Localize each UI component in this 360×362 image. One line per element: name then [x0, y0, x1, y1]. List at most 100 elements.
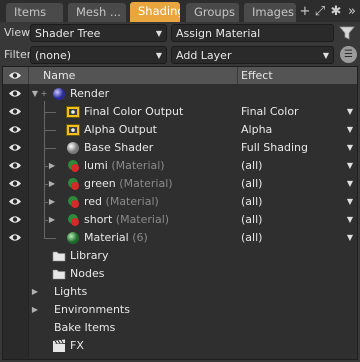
tree-item-name: red (Material)	[84, 195, 159, 208]
material-mask-icon	[66, 213, 80, 227]
options-menu-icon[interactable]: ☰	[340, 46, 357, 63]
filter-row: Filter (none) ▼ Add Layer ▼ ☰	[0, 44, 360, 66]
material-mask-icon	[66, 177, 80, 191]
tree-row-lumi[interactable]: ▶ lumi (Material) (all) ▼	[3, 157, 357, 175]
expand-triangle-icon[interactable]: ▶	[48, 197, 56, 207]
visibility-eye-icon[interactable]	[8, 196, 22, 207]
tree-row-environments[interactable]: ▶ Environments	[3, 301, 357, 319]
tree-row-library[interactable]: Library	[3, 247, 357, 265]
tree-item-name: Material (6)	[84, 231, 148, 244]
add-item-icon[interactable]: +	[40, 89, 48, 99]
visibility-eye-icon[interactable]	[8, 88, 22, 99]
chevron-down-icon: ▼	[346, 143, 353, 152]
visibility-eye-icon[interactable]	[8, 124, 22, 135]
tree-row-final-color-output[interactable]: Final Color Output Final Color ▼	[3, 103, 357, 121]
tree-item-name: Nodes	[70, 267, 105, 280]
expand-triangle-icon[interactable]: ▶	[48, 161, 56, 171]
tab-groups[interactable]: Groups	[186, 3, 239, 22]
filter-value: (none)	[35, 49, 72, 62]
filter-funnel-icon[interactable]	[339, 26, 355, 43]
tree-guide-line	[44, 130, 56, 131]
visibility-eye-icon[interactable]	[8, 142, 22, 153]
column-header: Name Effect	[3, 67, 357, 84]
expand-triangle-icon[interactable]: ▶	[48, 179, 56, 189]
expand-triangle-icon[interactable]: ▶	[48, 215, 56, 225]
tab-items[interactable]: Items	[6, 3, 63, 22]
material-mask-icon	[66, 195, 80, 209]
chevron-down-icon: ▼	[346, 179, 353, 188]
visibility-eye-icon[interactable]	[8, 178, 22, 189]
tree-row-short[interactable]: ▶ short (Material) (all) ▼	[3, 211, 357, 229]
gear-icon[interactable]: ✱	[329, 3, 343, 20]
assign-material-button[interactable]: Assign Material	[171, 24, 334, 42]
effect-dropdown[interactable]: Alpha ▼	[241, 121, 355, 139]
chevron-down-icon: ▼	[346, 197, 353, 206]
eye-column-icon[interactable]	[8, 70, 22, 84]
add-tab-icon[interactable]: +	[298, 3, 312, 20]
tab-bar: Items Mesh ... Shading Groups Images + ⤢…	[0, 0, 360, 22]
tree-row-material[interactable]: Material (6) (all) ▼	[3, 229, 357, 247]
view-value: Shader Tree	[35, 27, 101, 40]
more-tabs-icon[interactable]: »	[345, 3, 359, 20]
visibility-eye-icon[interactable]	[8, 214, 22, 225]
expand-triangle-icon[interactable]: ▶	[31, 287, 39, 297]
tree-guide-line	[44, 238, 56, 239]
tree-item-name: Bake Items	[54, 321, 116, 334]
tree-item-name: green (Material)	[84, 177, 173, 190]
effect-dropdown[interactable]: (all) ▼	[241, 175, 355, 193]
add-layer-dropdown[interactable]: Add Layer ▼	[171, 46, 334, 64]
chevron-down-icon: ▼	[346, 125, 353, 134]
tree-row-nodes[interactable]: Nodes	[3, 265, 357, 283]
tree-row-lights[interactable]: ▶ Lights	[3, 283, 357, 301]
tree-item-name: Final Color Output	[84, 105, 184, 118]
chevron-down-icon: ▼	[346, 233, 353, 242]
tree-row-red[interactable]: ▶ red (Material) (all) ▼	[3, 193, 357, 211]
effect-dropdown[interactable]: (all) ▼	[241, 229, 355, 247]
column-name-header[interactable]: Name	[43, 67, 75, 84]
chevron-down-icon: ▼	[346, 161, 353, 170]
visibility-eye-icon[interactable]	[8, 232, 22, 243]
tree-row-fx[interactable]: FX	[3, 337, 357, 355]
column-separator	[237, 67, 238, 84]
tree-row-green[interactable]: ▶ green (Material) (all) ▼	[3, 175, 357, 193]
tab-shading[interactable]: Shading	[130, 2, 180, 22]
popout-icon[interactable]: ⤢	[313, 3, 327, 20]
add-layer-label: Add Layer	[176, 49, 232, 62]
tree-row-render[interactable]: ▼ + Render	[3, 85, 357, 103]
tree-row-base-shader[interactable]: Base Shader Full Shading ▼	[3, 139, 357, 157]
column-separator	[28, 67, 29, 84]
filter-label: Filter	[4, 48, 32, 61]
column-effect-header[interactable]: Effect	[241, 67, 273, 84]
filter-dropdown[interactable]: (none) ▼	[30, 46, 167, 64]
tree-item-name: Alpha Output	[84, 123, 157, 136]
clapper-icon	[52, 339, 66, 353]
tab-images[interactable]: Images	[244, 3, 296, 22]
material-green-icon	[66, 231, 80, 245]
shader-ball-icon	[66, 141, 80, 155]
expand-triangle-icon[interactable]: ▶	[31, 305, 39, 315]
visibility-eye-icon[interactable]	[8, 106, 22, 117]
view-label: View	[4, 26, 31, 39]
collapse-triangle-icon[interactable]: ▼	[31, 89, 39, 99]
tree-item-name: Lights	[54, 285, 88, 298]
chevron-down-icon: ▼	[155, 29, 162, 38]
tree-item-name: Render	[70, 87, 110, 100]
effect-dropdown[interactable]: Final Color ▼	[241, 103, 355, 121]
tree-item-name: Base Shader	[84, 141, 154, 154]
effect-dropdown[interactable]: (all) ▼	[241, 157, 355, 175]
tree-row-alpha-output[interactable]: Alpha Output Alpha ▼	[3, 121, 357, 139]
chevron-down-icon: ▼	[155, 51, 162, 60]
tree-guide-line	[44, 112, 56, 113]
effect-dropdown[interactable]: Full Shading ▼	[241, 139, 355, 157]
view-dropdown[interactable]: Shader Tree ▼	[30, 24, 167, 42]
effect-dropdown[interactable]: (all) ▼	[241, 211, 355, 229]
tree-item-name: Library	[70, 249, 109, 262]
tab-mesh[interactable]: Mesh ...	[68, 3, 126, 22]
visibility-eye-icon[interactable]	[8, 160, 22, 171]
chevron-down-icon: ▼	[346, 107, 353, 116]
tree-row-bake-items[interactable]: Bake Items	[3, 319, 357, 337]
chevron-down-icon: ▼	[322, 51, 329, 60]
render-output-icon	[66, 123, 80, 137]
tree-item-name: FX	[70, 339, 84, 352]
effect-dropdown[interactable]: (all) ▼	[241, 193, 355, 211]
